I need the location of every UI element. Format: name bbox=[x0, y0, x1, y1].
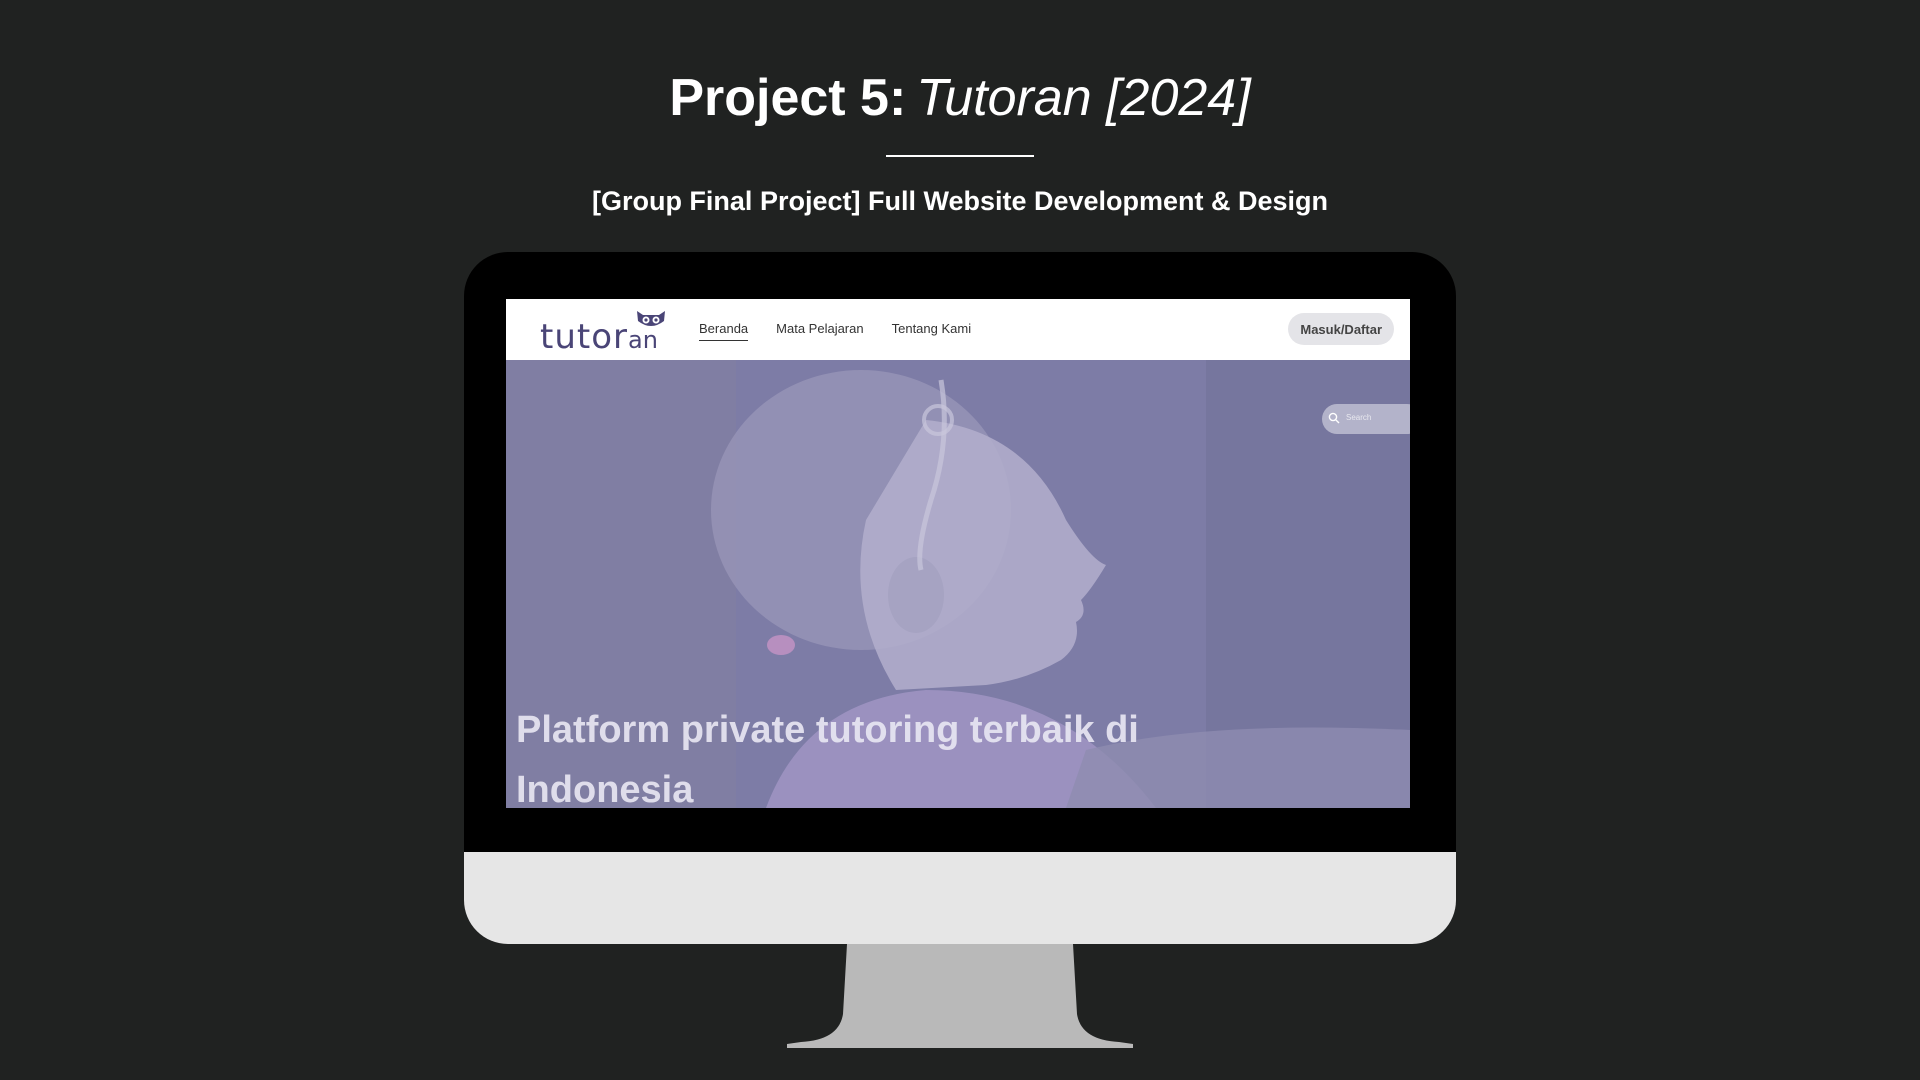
search-placeholder: Search bbox=[1346, 413, 1372, 422]
login-register-button[interactable]: Masuk/Daftar bbox=[1288, 313, 1394, 345]
nav-item-mata-pelajaran[interactable]: Mata Pelajaran bbox=[776, 321, 863, 341]
slide-subtitle: [Group Final Project] Full Website Devel… bbox=[591, 186, 1329, 216]
nav-item-beranda[interactable]: Beranda bbox=[699, 321, 749, 341]
monitor-chin bbox=[464, 852, 1456, 944]
monitor-stand bbox=[787, 944, 1133, 1048]
hero-headline: Platform private tutoring terbaik di Ind… bbox=[516, 700, 1276, 808]
nav-item-tentang-kami[interactable]: Tentang Kami bbox=[892, 321, 972, 341]
hero-section: Search Platform private tutoring terbaik… bbox=[506, 360, 1410, 808]
hero-headline-line-2: Indonesia bbox=[516, 769, 694, 808]
logo-main-text: tutor bbox=[540, 317, 628, 357]
nav-links: Beranda Mata Pelajaran Tentang Kami bbox=[699, 321, 971, 341]
search-icon bbox=[1328, 412, 1340, 424]
monitor-screen: tutoran Beranda Mata Pelajaran Tentang K… bbox=[506, 299, 1410, 808]
search-input[interactable]: Search bbox=[1322, 404, 1410, 434]
owl-icon bbox=[637, 311, 665, 326]
slide-title-italic: Tutoran [2024] bbox=[916, 69, 1251, 127]
title-divider bbox=[886, 155, 1034, 157]
slide-title-bold: Project 5: bbox=[669, 69, 907, 127]
website-navbar: tutoran Beranda Mata Pelajaran Tentang K… bbox=[506, 299, 1410, 360]
slide-title: Project 5: Tutoran [2024] bbox=[0, 64, 1920, 132]
hero-headline-line-1: Platform private tutoring terbaik di bbox=[516, 709, 1139, 751]
tutoran-logo[interactable]: tutoran bbox=[540, 311, 670, 357]
